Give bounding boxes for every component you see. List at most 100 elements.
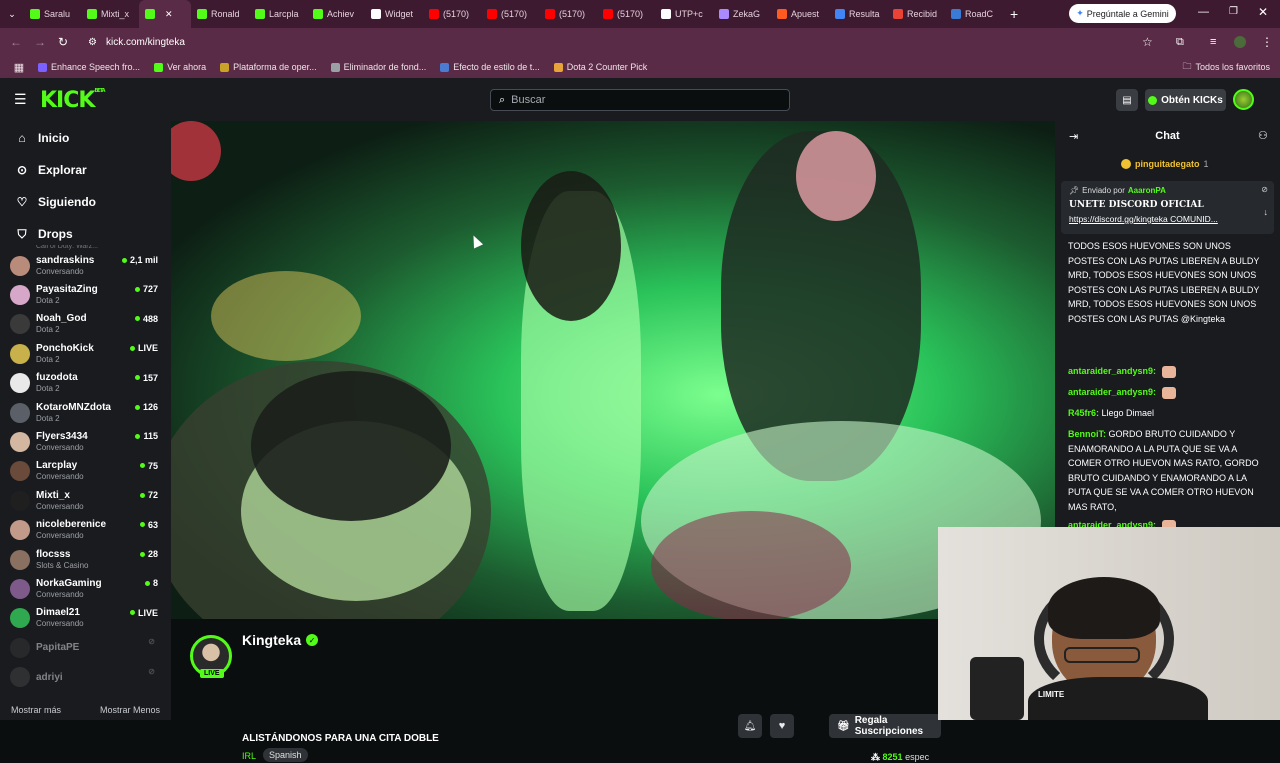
gifter-badge-icon <box>1121 159 1131 169</box>
tab-search-chevron-icon[interactable]: ⌄ <box>0 9 24 20</box>
close-tab-icon[interactable]: ✕ <box>165 9 173 20</box>
followed-channel[interactable]: PapitaPE ⊘ <box>10 633 160 662</box>
minimize-button[interactable]: — <box>1198 6 1209 18</box>
browser-tab[interactable]: (5170) <box>481 0 539 28</box>
followed-channel[interactable]: KotaroMNZdota Dota 2 126 <box>10 398 160 427</box>
restore-button[interactable]: ❐ <box>1229 6 1238 17</box>
forward-icon[interactable]: → <box>34 35 46 49</box>
profile-avatar[interactable] <box>1234 36 1246 48</box>
followed-channel[interactable]: sandraskins Conversando 2,1 mil <box>10 251 160 280</box>
live-dot-icon <box>129 345 135 351</box>
browser-tab-bar: ⌄ Saralu Mixti_x ✕ Ronald Larcplа Achiev Widge… <box>0 0 1280 28</box>
new-tab-button[interactable]: + <box>1010 6 1018 22</box>
pinned-link[interactable]: https://discord.gg/kingteka COMUNID... <box>1069 214 1259 224</box>
gemini-button[interactable]: ✦ Pregúntale a Gemini <box>1069 4 1176 23</box>
unpin-icon[interactable]: ⊘ <box>1261 185 1268 194</box>
kick-page: ☰ KICKBETA ⌕ Buscar ▤ Obtén KICKs ⌂ Inici… <box>0 78 1280 762</box>
browser-tab[interactable]: (5170) <box>539 0 597 28</box>
site-info-icon[interactable]: ⚙ <box>88 37 97 48</box>
channel-category: Dota 2 <box>36 325 60 335</box>
all-bookmarks-button[interactable]: 🗀 Todos los favoritos <box>1182 59 1270 75</box>
language-tag[interactable]: Spanish <box>263 748 308 762</box>
channel-avatar <box>10 373 30 394</box>
clips-button[interactable]: ▤ <box>1116 89 1138 111</box>
kick-logo[interactable]: KICKBETA <box>40 88 106 113</box>
menu-hamburger-icon[interactable]: ☰ <box>14 91 27 108</box>
browser-tab[interactable]: Mixti_x <box>81 0 139 28</box>
chat-username[interactable]: antaraider_andysn9: <box>1068 366 1156 376</box>
media-control-icon[interactable]: ≡ <box>1210 36 1216 48</box>
show-less-button[interactable]: Mostrar Menos <box>100 705 160 715</box>
chat-users-icon[interactable]: ⚇ <box>1258 129 1268 142</box>
bookmark-item[interactable]: Dota 2 Counter Pick <box>553 62 647 72</box>
chat-username[interactable]: R45fr6: <box>1068 408 1099 418</box>
followed-channel[interactable]: Flyers3434 Conversando 115 <box>10 427 160 456</box>
browser-tab[interactable]: (5170) <box>597 0 655 28</box>
browser-tab[interactable]: Widget <box>365 0 423 28</box>
video-red-bag <box>651 511 851 619</box>
browser-tab[interactable]: Ronald <box>191 0 249 28</box>
browser-tab[interactable]: ✕ <box>139 0 191 28</box>
bookmark-item[interactable]: Ver ahora <box>154 62 206 72</box>
browser-tab[interactable]: Recibid <box>887 0 945 28</box>
channel-text: adriyi <box>36 672 63 683</box>
nav-item-siguiendo[interactable]: ♡ Siguiendo <box>0 186 171 218</box>
followed-channel[interactable]: Noah_God Dota 2 488 <box>10 310 160 339</box>
channel-viewers: 2,1 mil <box>121 255 158 265</box>
followed-channel[interactable]: Larcplay Conversando 75 <box>10 457 160 486</box>
followed-channel[interactable]: nicoleberenice Conversando 63 <box>10 516 160 545</box>
followed-channel[interactable]: adriyi ⊘ <box>10 663 160 692</box>
channel-viewers: 727 <box>134 284 158 294</box>
chat-username[interactable]: antaraider_andysn9: <box>1068 387 1156 397</box>
expand-pinned-icon[interactable]: ↓ <box>1264 207 1269 217</box>
browser-tab[interactable]: ZekaG <box>713 0 771 28</box>
followed-channel[interactable]: flocsss Slots & Casino 28 <box>10 545 160 574</box>
followed-channel[interactable]: Dimael21 Conversando LIVE <box>10 604 160 633</box>
channel-category: Conversando <box>36 501 84 511</box>
streamer-name[interactable]: Kingteka <box>242 632 301 648</box>
close-window-button[interactable]: ✕ <box>1258 5 1268 19</box>
nav-item-inicio[interactable]: ⌂ Inicio <box>0 122 171 154</box>
followed-channel[interactable]: PayasitaZing Dota 2 727 <box>10 280 160 309</box>
emote-icon <box>1161 365 1176 378</box>
kick-icon <box>255 9 265 19</box>
gift-subs-button[interactable]: 🎁︎ Regala Suscripciones <box>829 714 941 738</box>
verified-icon: ✓ <box>306 634 319 646</box>
channel-text: fuzodota Dota 2 <box>36 372 78 394</box>
user-avatar[interactable] <box>1233 89 1254 110</box>
apps-grid-icon[interactable]: ▦ <box>0 61 38 74</box>
browser-tab[interactable]: Larcplа <box>249 0 307 28</box>
bookmark-star-icon[interactable]: ☆ <box>1142 35 1153 49</box>
followed-channel[interactable]: NorkaGaming Conversando 8 <box>10 574 160 603</box>
channel-avatar <box>10 314 30 335</box>
browser-tab[interactable]: (5170) <box>423 0 481 28</box>
url-text[interactable]: kick.com/kingteka <box>106 37 185 48</box>
bookmark-item[interactable]: Efecto de estilo de t... <box>440 62 540 72</box>
channel-text: KotaroMNZdota Dota 2 <box>36 402 111 424</box>
browser-tab[interactable]: RoadC <box>945 0 1002 28</box>
reload-icon[interactable]: ↻ <box>58 35 68 49</box>
get-kicks-button[interactable]: Obtén KICKs <box>1145 89 1226 111</box>
nav-item-explorar[interactable]: ⊙ Explorar <box>0 154 171 186</box>
followed-channel[interactable]: fuzodota Dota 2 157 <box>10 369 160 398</box>
category-link[interactable]: IRL <box>242 751 256 761</box>
follow-button[interactable]: ♥ <box>770 714 794 738</box>
followed-channel[interactable]: PonchoKick Dota 2 LIVE <box>10 339 160 368</box>
bookmark-item[interactable]: Plataforma de oper... <box>220 62 317 72</box>
browser-tab[interactable]: Apuest <box>771 0 829 28</box>
search-input[interactable]: ⌕ Buscar <box>490 89 790 111</box>
browser-tab[interactable]: Achiev <box>307 0 365 28</box>
browser-menu-icon[interactable]: ⋮ <box>1261 35 1273 49</box>
browser-tab[interactable]: Saralu <box>24 0 81 28</box>
browser-tab[interactable]: UTP+c <box>655 0 713 28</box>
notifications-button[interactable]: 🔔︎ <box>738 714 762 738</box>
show-more-button[interactable]: Mostrar más <box>11 705 61 715</box>
chat-username[interactable]: BennoiT: <box>1068 429 1106 439</box>
video-player[interactable] <box>171 121 1055 619</box>
browser-tab[interactable]: Resulta <box>829 0 887 28</box>
bookmark-item[interactable]: Enhance Speech fro... <box>38 62 140 72</box>
bookmark-item[interactable]: Eliminador de fond... <box>330 62 426 72</box>
extensions-icon[interactable]: ⧉ <box>1176 36 1184 49</box>
followed-channel[interactable]: Mixti_x Conversando 72 <box>10 486 160 515</box>
back-icon[interactable]: ← <box>10 35 22 49</box>
